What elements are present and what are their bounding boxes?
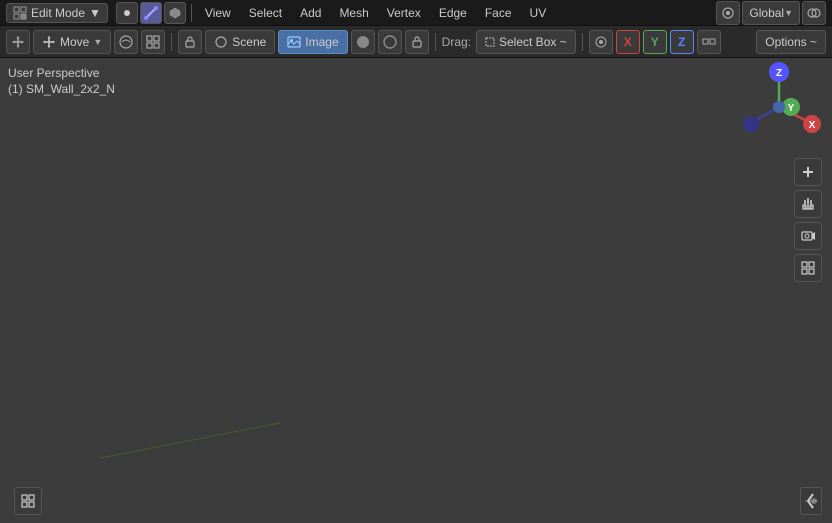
camera-btn[interactable] <box>794 222 822 250</box>
x-axis-label: X <box>624 35 632 49</box>
move-icon <box>42 35 56 49</box>
menu-bar: Edit Mode ▼ View Select Add Mesh Vertex … <box>0 0 832 26</box>
orientation2-icon-btn[interactable] <box>141 30 165 54</box>
axis-gizmo[interactable]: Z Y X <box>734 62 824 152</box>
toolbar: Move ▼ Scene <box>0 26 832 58</box>
orientation-icon-btn[interactable] <box>114 30 138 54</box>
lock-icon-btn[interactable] <box>178 30 202 54</box>
menu-face[interactable]: Face <box>477 4 520 22</box>
move-label: Move <box>60 35 89 49</box>
toolbar-sep3 <box>582 33 583 51</box>
scene-label: Scene <box>232 35 266 49</box>
right-tools <box>794 158 822 282</box>
edge-mode-btn[interactable] <box>140 2 162 24</box>
sep1 <box>191 4 192 22</box>
toolbar-sep1 <box>171 33 172 51</box>
toolbar-sep2 <box>435 33 436 51</box>
select-box-label: Select Box ~ <box>499 35 567 49</box>
overlay-icon-btn[interactable] <box>802 1 826 25</box>
viewport-line <box>0 58 832 493</box>
individual-origins-btn[interactable] <box>697 30 721 54</box>
vertex-mode-btn[interactable] <box>116 2 138 24</box>
statistics-icon <box>20 493 36 509</box>
move-btn[interactable]: Move ▼ <box>33 30 111 54</box>
perspective-label: User Perspective <box>8 66 99 80</box>
menu-view[interactable]: View <box>197 4 239 22</box>
viewport[interactable]: User Perspective (1) SM_Wall_2x2_N Z Y X <box>0 58 832 523</box>
global-dropdown[interactable]: Global ▼ <box>742 1 800 25</box>
mode-chevron: ▼ <box>89 6 101 20</box>
quad-view-btn[interactable] <box>794 254 822 282</box>
zoom-in-btn[interactable] <box>794 158 822 186</box>
select-box-btn[interactable]: Select Box ~ <box>476 30 576 54</box>
options-label: Options ~ <box>765 35 817 49</box>
bottom-left-btn[interactable] <box>14 487 42 515</box>
image-label: Image <box>305 35 338 49</box>
menu-uv[interactable]: UV <box>522 4 555 22</box>
drag-label: Drag: <box>442 35 471 49</box>
menu-edge[interactable]: Edge <box>431 4 475 22</box>
snap-icon-btn[interactable] <box>716 1 740 25</box>
object-label: (1) SM_Wall_2x2_N <box>8 82 115 96</box>
transform-icon[interactable] <box>6 30 30 54</box>
scene-icon <box>214 35 228 49</box>
mesh-mode-icons <box>116 2 186 24</box>
global-label: Global <box>749 6 784 20</box>
select-box-icon <box>485 37 495 47</box>
image-btn[interactable]: Image <box>278 30 347 54</box>
axis-gizmo-svg: Z Y X <box>734 62 824 152</box>
z-axis-label: Z <box>678 35 685 49</box>
mode-label: Edit Mode <box>31 6 85 20</box>
svg-text:X: X <box>809 120 816 131</box>
svg-text:Y: Y <box>788 103 795 114</box>
sidebar-toggle-icon <box>805 492 817 510</box>
z-axis-btn[interactable]: Z <box>670 30 694 54</box>
y-axis-label: Y <box>651 35 659 49</box>
mode-selector[interactable]: Edit Mode ▼ <box>6 3 108 23</box>
proportional-icon-btn[interactable] <box>405 30 429 54</box>
scene-btn[interactable]: Scene <box>205 30 275 54</box>
shading-solid-btn[interactable] <box>351 30 375 54</box>
global-chevron: ▼ <box>784 8 793 18</box>
svg-text:Z: Z <box>776 68 782 79</box>
image-icon <box>287 35 301 49</box>
menu-vertex[interactable]: Vertex <box>379 4 429 22</box>
menu-select[interactable]: Select <box>241 4 290 22</box>
face-mode-btn[interactable] <box>164 2 186 24</box>
x-axis-btn[interactable]: X <box>616 30 640 54</box>
menu-mesh[interactable]: Mesh <box>331 4 376 22</box>
shading-wire-btn[interactable] <box>378 30 402 54</box>
pan-btn[interactable] <box>794 190 822 218</box>
options-btn[interactable]: Options ~ <box>756 30 826 54</box>
proportional-edit-btn[interactable] <box>589 30 613 54</box>
edit-mode-icon <box>13 6 27 20</box>
menu-add[interactable]: Add <box>292 4 329 22</box>
y-axis-btn[interactable]: Y <box>643 30 667 54</box>
sidebar-toggle-btn[interactable] <box>800 487 822 515</box>
